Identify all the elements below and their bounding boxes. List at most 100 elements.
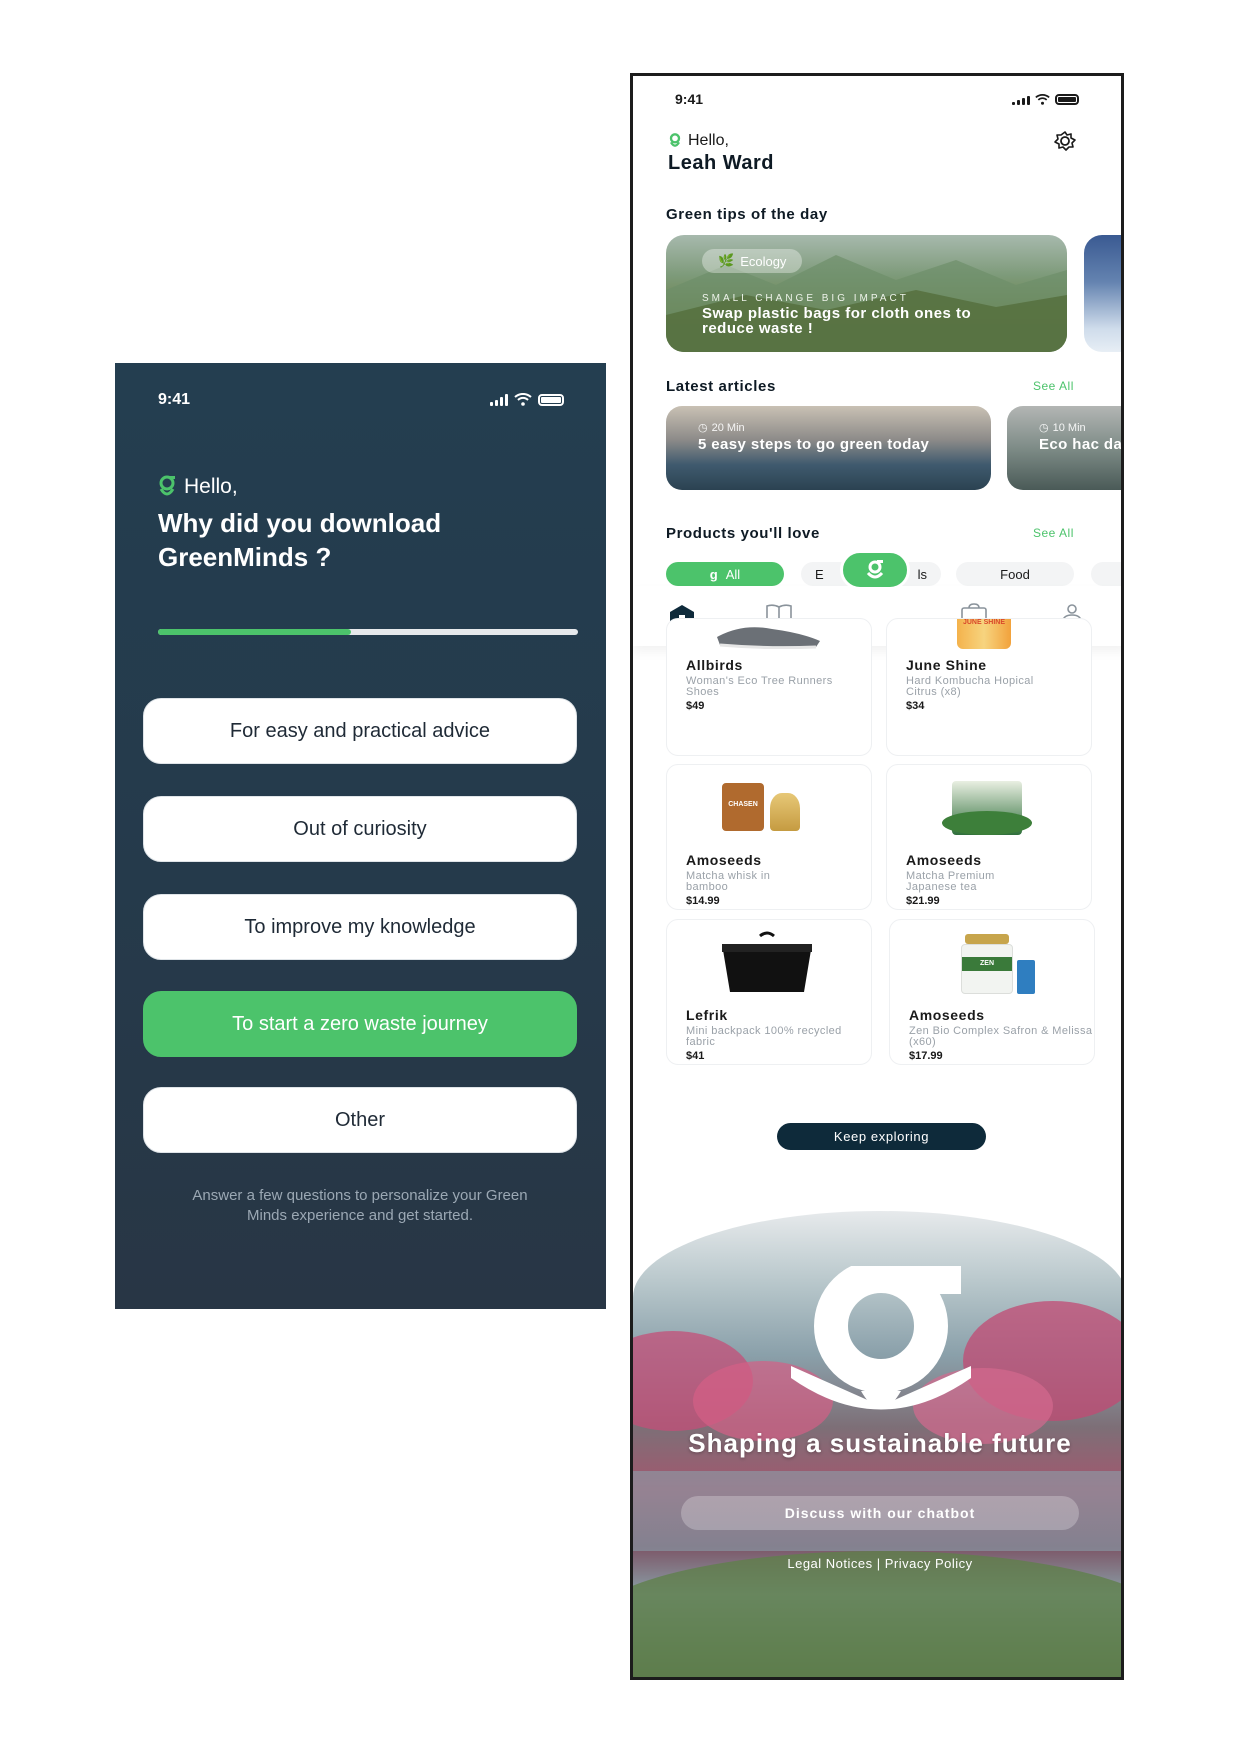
product-card[interactable]: Amoseeds Matcha Premium Japanese tea $21… [886, 764, 1092, 910]
product-description: Zen Bio Complex Safron & Melissa (x60) [909, 1025, 1093, 1048]
product-card[interactable]: CHASEN Amoseeds Matcha whisk in bamboo $… [666, 764, 872, 910]
product-brand: Allbirds [686, 657, 743, 673]
hero-banner: Shaping a sustainable future Discuss wit… [633, 1211, 1121, 1677]
tip-card-next[interactable] [1084, 235, 1121, 352]
greenminds-logo-icon [791, 1266, 971, 1410]
status-icons [1012, 93, 1079, 105]
article-title: 5 easy steps to go green today [698, 436, 930, 453]
chip-category-label-start: E [815, 566, 824, 582]
products-see-all-link[interactable]: See All [1033, 526, 1074, 540]
product-card[interactable]: JUNE SHINE June Shine Hard Kombucha Hopi… [886, 618, 1092, 756]
chip-all-label: All [725, 566, 741, 582]
progress-fill [158, 629, 352, 635]
product-card[interactable]: Lefrik Mini backpack 100% recycled fabri… [666, 919, 872, 1065]
greeting: Hello, [668, 132, 729, 150]
hello-text: Hello, [184, 475, 238, 498]
greenminds-logo-icon [866, 560, 884, 579]
product-price: $21.99 [906, 895, 940, 907]
tip-kicker: SMALL CHANGE BIG IMPACT [702, 293, 909, 304]
matcha-tea-image [932, 775, 1042, 845]
option-easy-advice[interactable]: For easy and practical advice [143, 698, 577, 764]
product-description: Woman's Eco Tree Runners Shoes [686, 675, 833, 698]
keep-exploring-button[interactable]: Keep exploring [777, 1123, 986, 1150]
product-price: $49 [686, 700, 705, 712]
wifi-icon [1035, 94, 1050, 105]
legal-links[interactable]: Legal Notices | Privacy Policy [633, 1556, 1121, 1571]
wifi-icon [514, 393, 532, 406]
status-bar: 9:41 [675, 91, 1079, 111]
home-screen: 9:41 Hello, Leah Ward Green tips of the … [630, 73, 1124, 1680]
signal-icon [490, 394, 508, 406]
hero-title: Shaping a sustainable future [688, 1428, 1072, 1458]
status-bar: 9:41 [158, 391, 564, 411]
article-duration: ◷ 10 Min [1039, 421, 1086, 435]
greenminds-logo-icon [669, 133, 681, 147]
gear-icon[interactable] [1051, 130, 1079, 152]
chip-food[interactable]: Food [956, 562, 1074, 586]
product-brand: Lefrik [686, 1007, 728, 1023]
backpack-image [722, 931, 812, 992]
kombucha-can-label: JUNE SHINE [962, 619, 1005, 626]
logo-fab-button[interactable] [840, 550, 910, 590]
onboarding-footer: Answer a few questions to personalize yo… [192, 1187, 528, 1224]
product-brand: Amoseeds [686, 852, 762, 868]
kombucha-can-image: JUNE SHINE [957, 619, 1011, 649]
progress-bar [158, 629, 578, 635]
option-zero-waste[interactable]: To start a zero waste journey [143, 991, 577, 1057]
product-card[interactable]: ZEN Amoseeds Zen Bio Complex Safron & Me… [889, 919, 1095, 1065]
supplement-jar-label: ZEN [980, 960, 994, 967]
status-time: 9:41 [158, 391, 191, 408]
product-description: Hard Kombucha Hopical Citrus (x8) [906, 675, 1034, 698]
hello-text: Hello, [688, 132, 729, 149]
chip-all[interactable]: g All [666, 562, 784, 586]
option-improve-knowledge[interactable]: To improve my knowledge [143, 894, 577, 960]
greenminds-logo-icon: g [709, 566, 718, 582]
chatbot-button[interactable]: Discuss with our chatbot [681, 1496, 1079, 1530]
article-duration: ◷ 20 Min [698, 421, 745, 435]
option-other[interactable]: Other [143, 1087, 577, 1153]
product-brand: Amoseeds [906, 852, 982, 868]
page-title: Why did you download GreenMinds ? [158, 508, 442, 572]
tip-card[interactable]: 🌿 Ecology SMALL CHANGE BIG IMPACT Swap p… [666, 235, 1067, 352]
article-title: Eco hac daily lif [1039, 436, 1123, 453]
product-brand: Amoseeds [909, 1007, 985, 1023]
tip-text: Swap plastic bags for cloth ones to redu… [702, 305, 972, 337]
product-description: Mini backpack 100% recycled fabric [686, 1025, 842, 1048]
article-duration-text: 20 Min [711, 421, 745, 434]
status-icons [490, 393, 564, 406]
battery-icon [1055, 94, 1079, 105]
product-price: $14.99 [686, 895, 720, 907]
matcha-whisk-image: CHASEN [712, 775, 822, 845]
product-price: $17.99 [909, 1050, 943, 1062]
chip-food-label: Food [1000, 566, 1030, 582]
battery-icon [538, 394, 564, 406]
product-price: $34 [906, 700, 925, 712]
articles-see-all-link[interactable]: See All [1033, 379, 1074, 393]
article-duration-text: 10 Min [1052, 421, 1086, 434]
product-price: $41 [686, 1050, 705, 1062]
product-brand: June Shine [906, 657, 987, 673]
status-time: 9:41 [675, 91, 704, 107]
tip-tag-label: Ecology [740, 253, 787, 269]
matcha-box-label: CHASEN [728, 801, 758, 808]
products-section-title: Products you'll love [666, 525, 820, 542]
product-description: Matcha Premium Japanese tea [906, 870, 995, 893]
clock-icon: ◷ [698, 422, 708, 434]
supplement-jar-image: ZEN [935, 930, 1045, 1000]
leaf-icon: 🌿 [718, 253, 735, 268]
sneaker-image [717, 627, 820, 649]
tip-tag: 🌿 Ecology [702, 249, 803, 273]
greenminds-logo-icon [159, 475, 175, 496]
onboarding-screen: 9:41 Hello, Why did you download GreenMi… [115, 363, 606, 1309]
signal-icon [1012, 93, 1030, 105]
clock-icon: ◷ [1039, 422, 1049, 434]
article-card[interactable]: ◷ 10 Min Eco hac daily lif [1007, 406, 1123, 490]
articles-section-title: Latest articles [666, 378, 776, 395]
user-name: Leah Ward [668, 152, 774, 174]
article-card[interactable]: ◷ 20 Min 5 easy steps to go green today [666, 406, 991, 490]
product-card[interactable]: Allbirds Woman's Eco Tree Runners Shoes … [666, 618, 872, 756]
product-description: Matcha whisk in bamboo [686, 870, 771, 893]
tips-section-title: Green tips of the day [666, 206, 828, 223]
chip-more[interactable] [1091, 562, 1121, 586]
option-curiosity[interactable]: Out of curiosity [143, 796, 577, 862]
